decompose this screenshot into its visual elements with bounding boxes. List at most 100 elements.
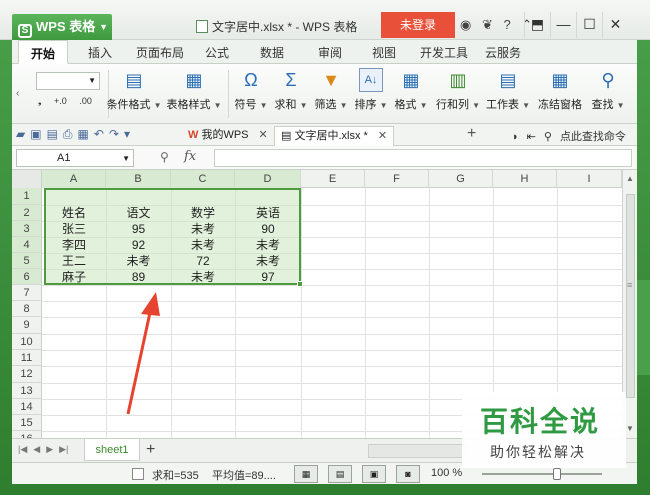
zoom-slider-track[interactable] [482,473,602,475]
tab-document[interactable]: ▤ 文字居中.xlsx * ✕ [274,126,395,146]
worksheet-button[interactable]: ▤ 工作表 ▼ [482,68,534,112]
symbol-button[interactable]: Ω 符号 ▼ [232,68,270,112]
tab-view[interactable]: 视图 [372,44,396,61]
status-icon[interactable] [132,468,144,480]
table-header-cell[interactable]: 数学 [171,205,235,221]
print-icon[interactable]: ⎙ [63,127,73,141]
increase-decimal-button[interactable]: +.0 [54,96,67,106]
close-icon[interactable]: ✕ [378,130,387,142]
tab-formulas[interactable]: 公式 [205,44,229,61]
sum-button[interactable]: Σ 求和 ▼ [272,68,310,112]
column-header-c[interactable]: C [171,170,235,188]
row-header-1[interactable]: 1 [12,188,42,205]
settings-icon[interactable]: ◗ [512,131,519,143]
skin-icon[interactable]: ◉ [460,17,471,33]
maximize-button[interactable]: ☐ [576,12,602,38]
table-cell[interactable]: 未考 [171,269,235,285]
row-header-15[interactable]: 15 [12,415,42,431]
last-sheet-icon[interactable]: ▶| [59,444,68,454]
share-icon[interactable]: ⇤ [527,131,536,143]
table-cell[interactable]: 张三 [42,221,106,237]
column-header-i[interactable]: I [557,170,622,188]
tab-insert[interactable]: 插入 [88,44,112,61]
table-header-cell[interactable]: 英语 [235,205,301,221]
tab-my-wps[interactable]: W 我的WPS ✕ [182,126,274,146]
save-icon[interactable]: ▣ [30,127,41,141]
new-tab-button[interactable]: + [467,125,476,143]
tab-cloud[interactable]: 云服务 [485,44,521,61]
row-header-12[interactable]: 12 [12,366,42,383]
select-all-corner[interactable] [12,170,42,188]
table-cell[interactable]: 王二 [42,253,106,269]
table-header-cell[interactable]: 语文 [106,205,171,221]
row-header-9[interactable]: 9 [12,317,42,334]
table-cell[interactable]: 97 [235,269,301,285]
decrease-decimal-button[interactable]: .00 [79,96,92,106]
tab-data[interactable]: 数据 [260,44,284,61]
export-pdf-icon[interactable]: ▤ [47,127,58,141]
row-header-11[interactable]: 11 [12,350,42,366]
freeze-panes-button[interactable]: ▦ 冻结窗格 [534,68,586,112]
formula-input[interactable] [214,149,632,167]
number-format-dropdown[interactable]: ▼ [36,72,100,90]
row-header-6[interactable]: 6 [12,269,42,285]
next-sheet-icon[interactable]: ▶ [46,444,53,454]
tab-developer[interactable]: 开发工具 [420,44,468,61]
table-cell[interactable]: 90 [235,221,301,237]
zoom-level[interactable]: 100 % [431,467,462,479]
column-header-h[interactable]: H [493,170,557,188]
table-cell[interactable]: 李四 [42,237,106,253]
conditional-format-button[interactable]: ▤ 条件格式 ▼ [104,68,164,112]
sheet-tab[interactable]: sheet1 [84,439,140,461]
add-sheet-button[interactable]: + [146,441,155,459]
format-button[interactable]: ▦ 格式 ▼ [392,68,430,112]
row-header-13[interactable]: 13 [12,383,42,399]
close-icon[interactable]: ✕ [259,129,268,141]
table-cell[interactable]: 72 [171,253,235,269]
command-search[interactable]: 点此查找命令 [560,131,626,143]
page-break-view-icon[interactable]: ▤ [328,465,352,483]
table-cell[interactable]: 未考 [106,253,171,269]
find-button[interactable]: ⚲ 查找 ▼ [586,68,630,112]
table-cell[interactable]: 未考 [171,221,235,237]
table-style-button[interactable]: ▦ 表格样式 ▼ [162,68,226,112]
restore-icon[interactable]: ⬒ [524,12,550,38]
chevron-left-icon[interactable]: ‹ [16,88,19,99]
login-button[interactable]: 未登录 [381,12,455,38]
column-header-a[interactable]: A [42,170,106,188]
page-layout-view-icon[interactable]: ▣ [362,465,386,483]
column-header-f[interactable]: F [365,170,429,188]
column-header-e[interactable]: E [301,170,365,188]
row-header-16[interactable]: 16 [12,431,42,438]
column-header-g[interactable]: G [429,170,493,188]
first-sheet-icon[interactable]: |◀ [18,444,27,454]
column-header-d[interactable]: D [235,170,301,188]
scroll-up-icon[interactable]: ▲ [626,174,634,183]
row-header-7[interactable]: 7 [12,285,42,301]
zoom-slider-knob[interactable] [553,468,561,480]
help-icon[interactable]: ? [504,17,511,32]
scroll-thumb[interactable] [626,194,635,398]
table-cell[interactable]: 未考 [235,237,301,253]
row-header-14[interactable]: 14 [12,399,42,415]
undo-icon[interactable]: ↶ [94,127,104,141]
prev-sheet-icon[interactable]: ◀ [33,444,40,454]
table-cell[interactable]: 未考 [171,237,235,253]
reading-view-icon[interactable]: ◙ [396,465,420,483]
open-folder-icon[interactable]: ▰ [16,127,25,141]
side-panel-toggle[interactable] [637,280,650,375]
tab-page-layout[interactable]: 页面布局 [136,44,184,61]
customize-chevron-icon[interactable]: ▾ [124,127,130,141]
comma-style-icon[interactable]: ❟ [38,96,42,106]
insert-function-button[interactable]: fx [184,149,196,164]
sort-button[interactable]: A↓ 排序 ▼ [352,68,390,112]
scroll-down-icon[interactable]: ▼ [626,424,634,433]
row-header-3[interactable]: 3 [12,221,42,237]
row-header-8[interactable]: 8 [12,301,42,317]
table-cell[interactable]: 麻子 [42,269,106,285]
shirt-icon[interactable]: ❦ [482,17,493,33]
table-header-cell[interactable]: 姓名 [42,205,106,221]
filter-button[interactable]: ▼ 筛选 ▼ [312,68,350,112]
rows-columns-button[interactable]: ▥ 行和列 ▼ [432,68,484,112]
minimize-button[interactable]: — [550,12,576,38]
